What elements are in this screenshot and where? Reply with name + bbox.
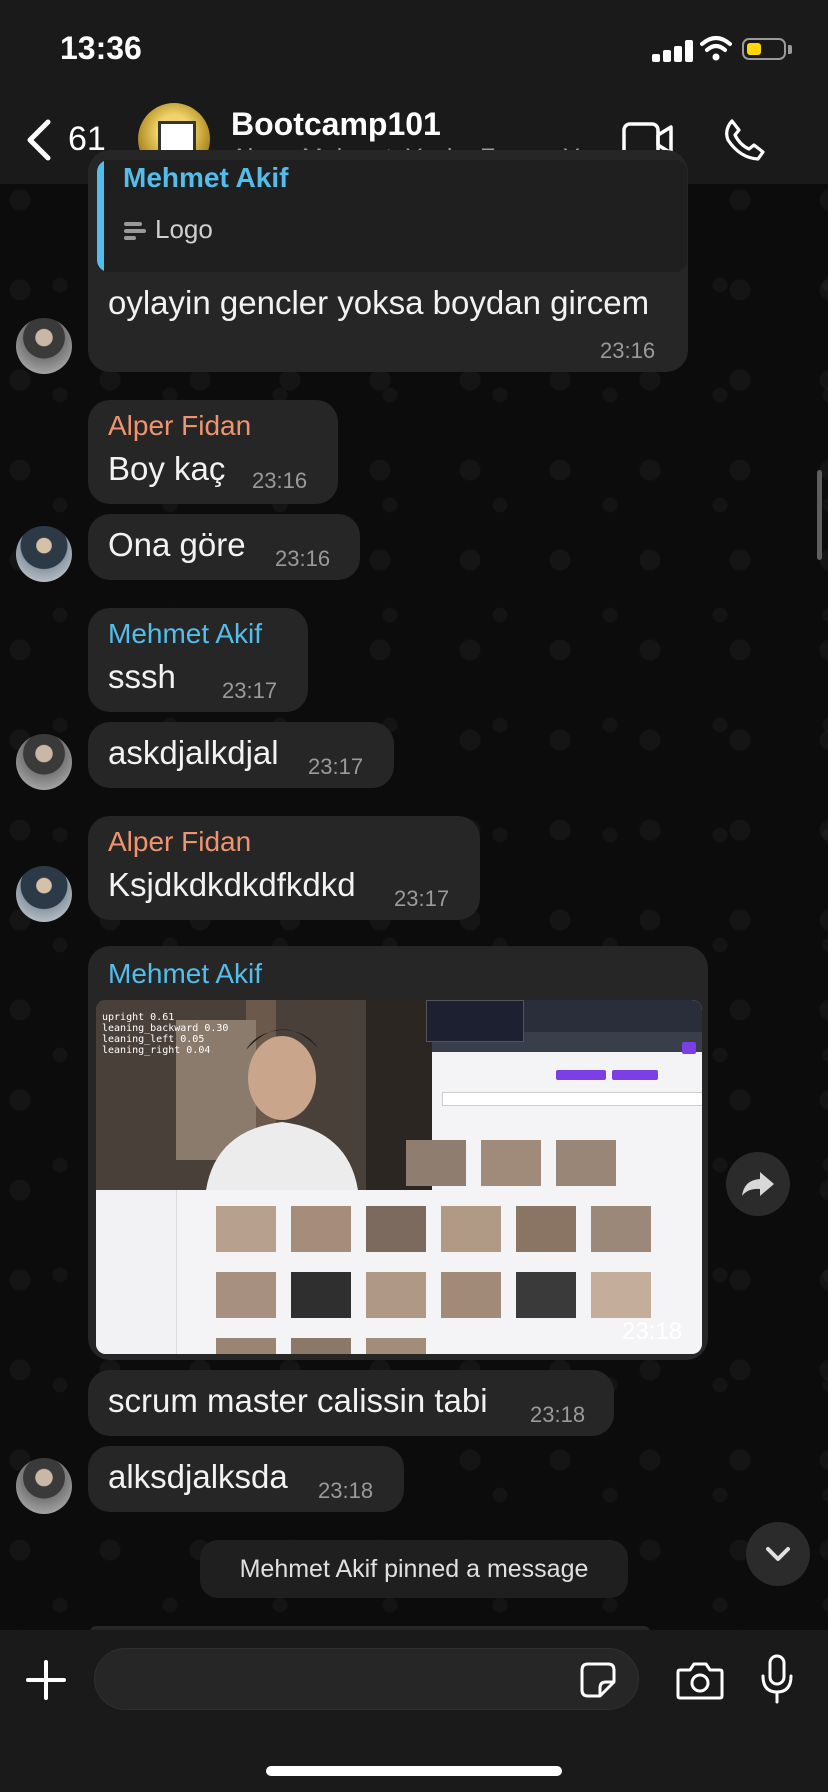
clone-buttons xyxy=(556,1070,666,1080)
microphone-icon[interactable] xyxy=(760,1654,794,1704)
pinned-message-notice[interactable]: Mehmet Akif pinned a message xyxy=(200,1540,628,1598)
forward-arrow-icon xyxy=(742,1172,774,1196)
message-sender: Mehmet Akif xyxy=(108,618,263,649)
avatar[interactable] xyxy=(16,318,72,374)
avatar[interactable] xyxy=(16,866,72,922)
message-time: 23:17 xyxy=(308,754,364,779)
tooltip-popup xyxy=(426,1000,524,1042)
message-text: Ksjdkdkdkdfkdkd xyxy=(108,866,356,903)
camera-icon[interactable] xyxy=(676,1660,724,1700)
avatar[interactable] xyxy=(16,734,72,790)
phone-call-icon[interactable] xyxy=(722,118,766,162)
app-sidebar xyxy=(96,1190,177,1354)
message-text: alksdjalksda xyxy=(108,1458,288,1495)
message-sender: Alper Fidan xyxy=(108,410,252,441)
chevron-down-icon xyxy=(766,1547,790,1561)
back-chevron-icon[interactable] xyxy=(24,118,54,162)
sticker-icon[interactable] xyxy=(580,1662,616,1698)
message-text: askdjalkdjal xyxy=(108,734,279,771)
battery-icon xyxy=(742,38,786,60)
message-sender: Mehmet Akif xyxy=(108,958,263,989)
system-message-text: Mehmet Akif pinned a message xyxy=(239,1555,589,1583)
message-input[interactable] xyxy=(94,1648,639,1710)
message-time: 23:18 xyxy=(318,1478,374,1503)
chat-title[interactable]: Bootcamp101 xyxy=(231,106,441,143)
message-text: oylayin gencler yoksa boydan gircem xyxy=(108,284,650,321)
message-time: 23:16 xyxy=(600,338,656,363)
scroll-indicator[interactable] xyxy=(817,470,822,560)
quote-sender: Mehmet Akif xyxy=(123,162,289,193)
cellular-signal-icon xyxy=(652,40,694,62)
message-text: scrum master calissin tabi xyxy=(108,1382,488,1419)
home-indicator xyxy=(266,1766,562,1776)
pose-score-overlay: upright 0.61 leaning_backward 0.30 leani… xyxy=(102,1012,229,1056)
message-time: 23:16 xyxy=(252,468,308,493)
battery-nub xyxy=(788,45,792,54)
message-sender: Alper Fidan xyxy=(108,826,252,857)
message-text: Boy kaç xyxy=(108,450,226,487)
quoted-message[interactable]: Mehmet Akif Logo xyxy=(97,160,687,272)
quote-text: Logo xyxy=(155,214,213,244)
shared-screenshot-image[interactable]: upright 0.61 leaning_backward 0.30 leani… xyxy=(96,1000,702,1354)
message-time: 23:18 xyxy=(530,1402,586,1427)
plus-icon[interactable] xyxy=(26,1660,66,1700)
search-bar-mini xyxy=(442,1092,702,1106)
avatar[interactable] xyxy=(16,1458,72,1514)
avatar[interactable] xyxy=(16,526,72,582)
forward-button[interactable] xyxy=(726,1152,790,1216)
message-text: Ona göre xyxy=(108,526,246,563)
message-time: 23:17 xyxy=(222,678,278,703)
message-text: sssh xyxy=(108,658,176,695)
status-time: 13:36 xyxy=(60,30,142,66)
message-time: 23:17 xyxy=(394,886,450,911)
message-time: 23:16 xyxy=(275,546,331,571)
quote-bar xyxy=(97,160,104,272)
wifi-icon xyxy=(700,36,732,61)
status-bar: 13:36 xyxy=(0,0,828,100)
image-time: 23:18 xyxy=(622,1318,683,1345)
text-lines-icon xyxy=(124,222,146,240)
purple-search-button xyxy=(682,1042,696,1054)
scroll-to-bottom-button[interactable] xyxy=(746,1522,810,1586)
